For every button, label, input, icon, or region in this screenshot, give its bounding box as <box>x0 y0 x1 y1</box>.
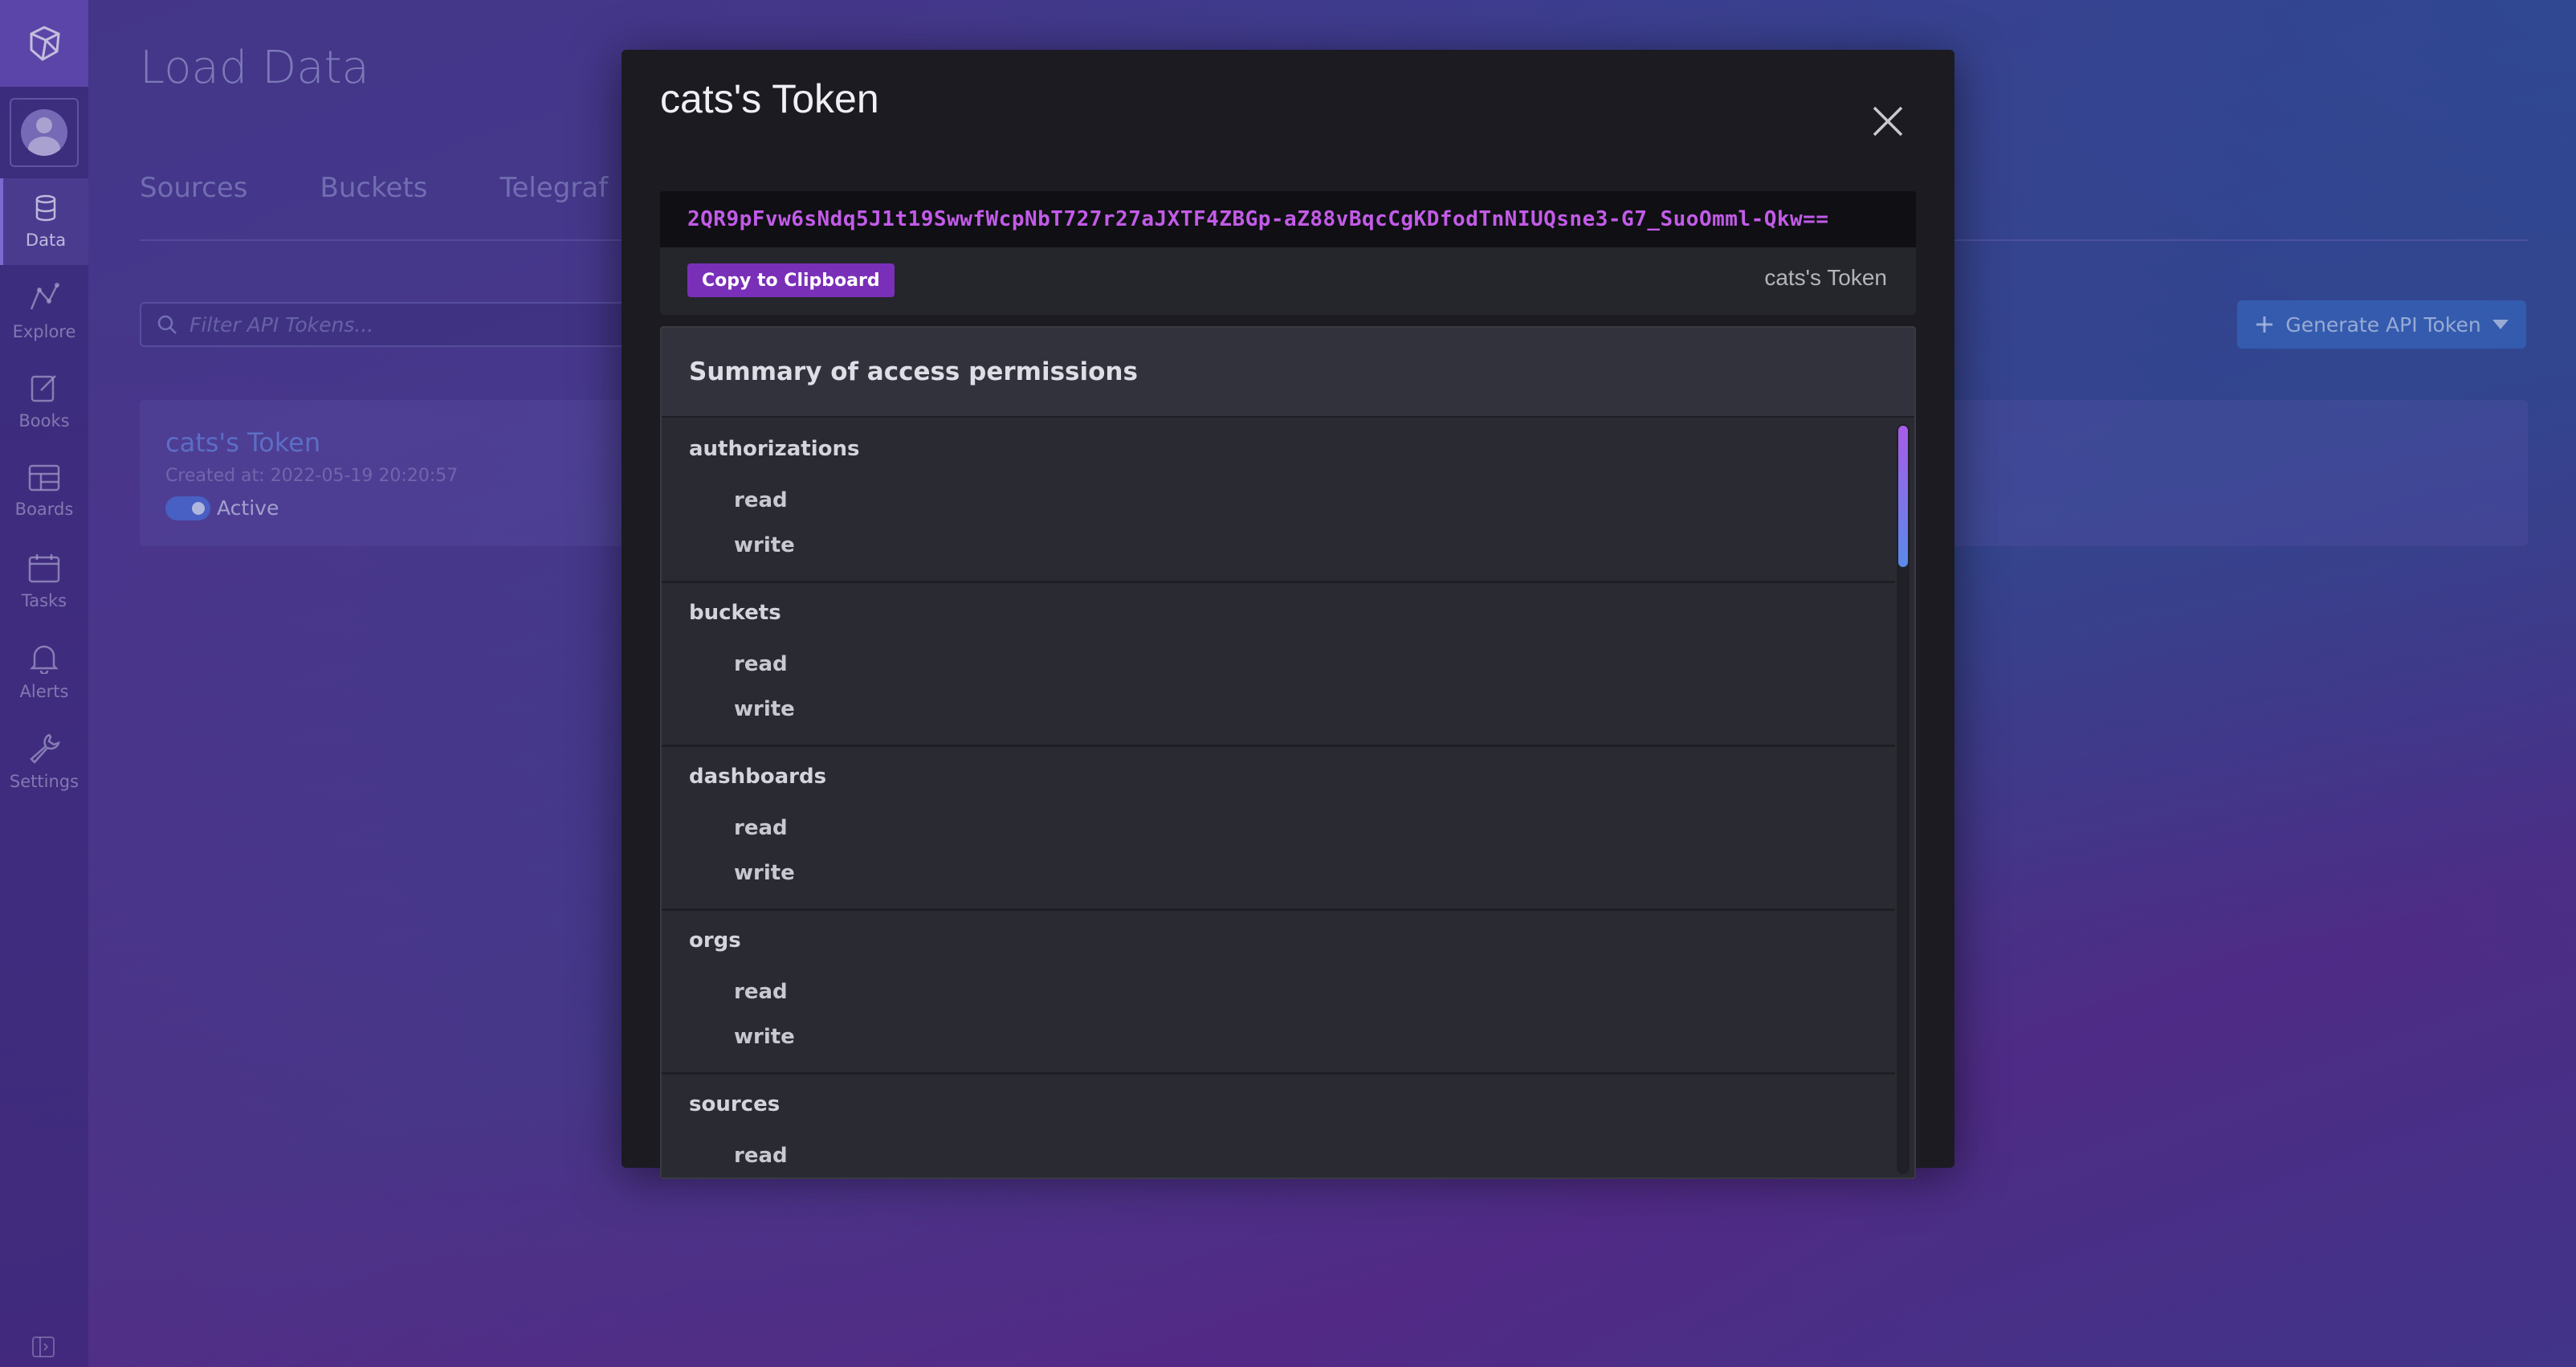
permissions-list[interactable]: authorizations read write buckets read w… <box>662 419 1895 1177</box>
permission-group: authorizations read write <box>662 419 1895 583</box>
permission-action: read <box>734 1144 788 1168</box>
permission-group: orgs read write <box>662 911 1895 1075</box>
permission-group: buckets read write <box>662 583 1895 747</box>
permission-resource: sources <box>689 1092 781 1116</box>
permission-group: sources read write <box>662 1075 1895 1177</box>
permissions-summary-title: Summary of access permissions <box>662 328 1914 418</box>
permission-action: read <box>734 816 788 840</box>
permissions-summary: Summary of access permissions authorizat… <box>660 326 1916 1179</box>
copy-to-clipboard-button[interactable]: Copy to Clipboard <box>687 263 895 297</box>
permission-action: write <box>734 1025 795 1049</box>
close-icon[interactable] <box>1866 100 1910 143</box>
permission-action: read <box>734 488 788 512</box>
permission-resource: orgs <box>689 928 741 953</box>
token-description: cats's Token <box>1764 265 1887 290</box>
token-modal: cats's Token 2QR9pFvw6sNdq5J1t19SwwfWcpN… <box>622 50 1954 1179</box>
permission-resource: authorizations <box>689 437 860 461</box>
permission-resource: dashboards <box>689 765 827 789</box>
permission-group: dashboards read write <box>662 747 1895 911</box>
permissions-scrollbar-thumb[interactable] <box>1898 426 1908 567</box>
modal-title: cats's Token <box>660 76 879 121</box>
permission-action: write <box>734 861 795 885</box>
permission-action: write <box>734 697 795 721</box>
token-actions-bar: Copy to Clipboard cats's Token <box>660 247 1916 315</box>
permission-action: write <box>734 533 795 557</box>
permission-action: read <box>734 980 788 1004</box>
permission-action: read <box>734 652 788 676</box>
token-value[interactable]: 2QR9pFvw6sNdq5J1t19SwwfWcpNbT727r27aJXTF… <box>660 191 1916 247</box>
permission-resource: buckets <box>689 601 781 625</box>
